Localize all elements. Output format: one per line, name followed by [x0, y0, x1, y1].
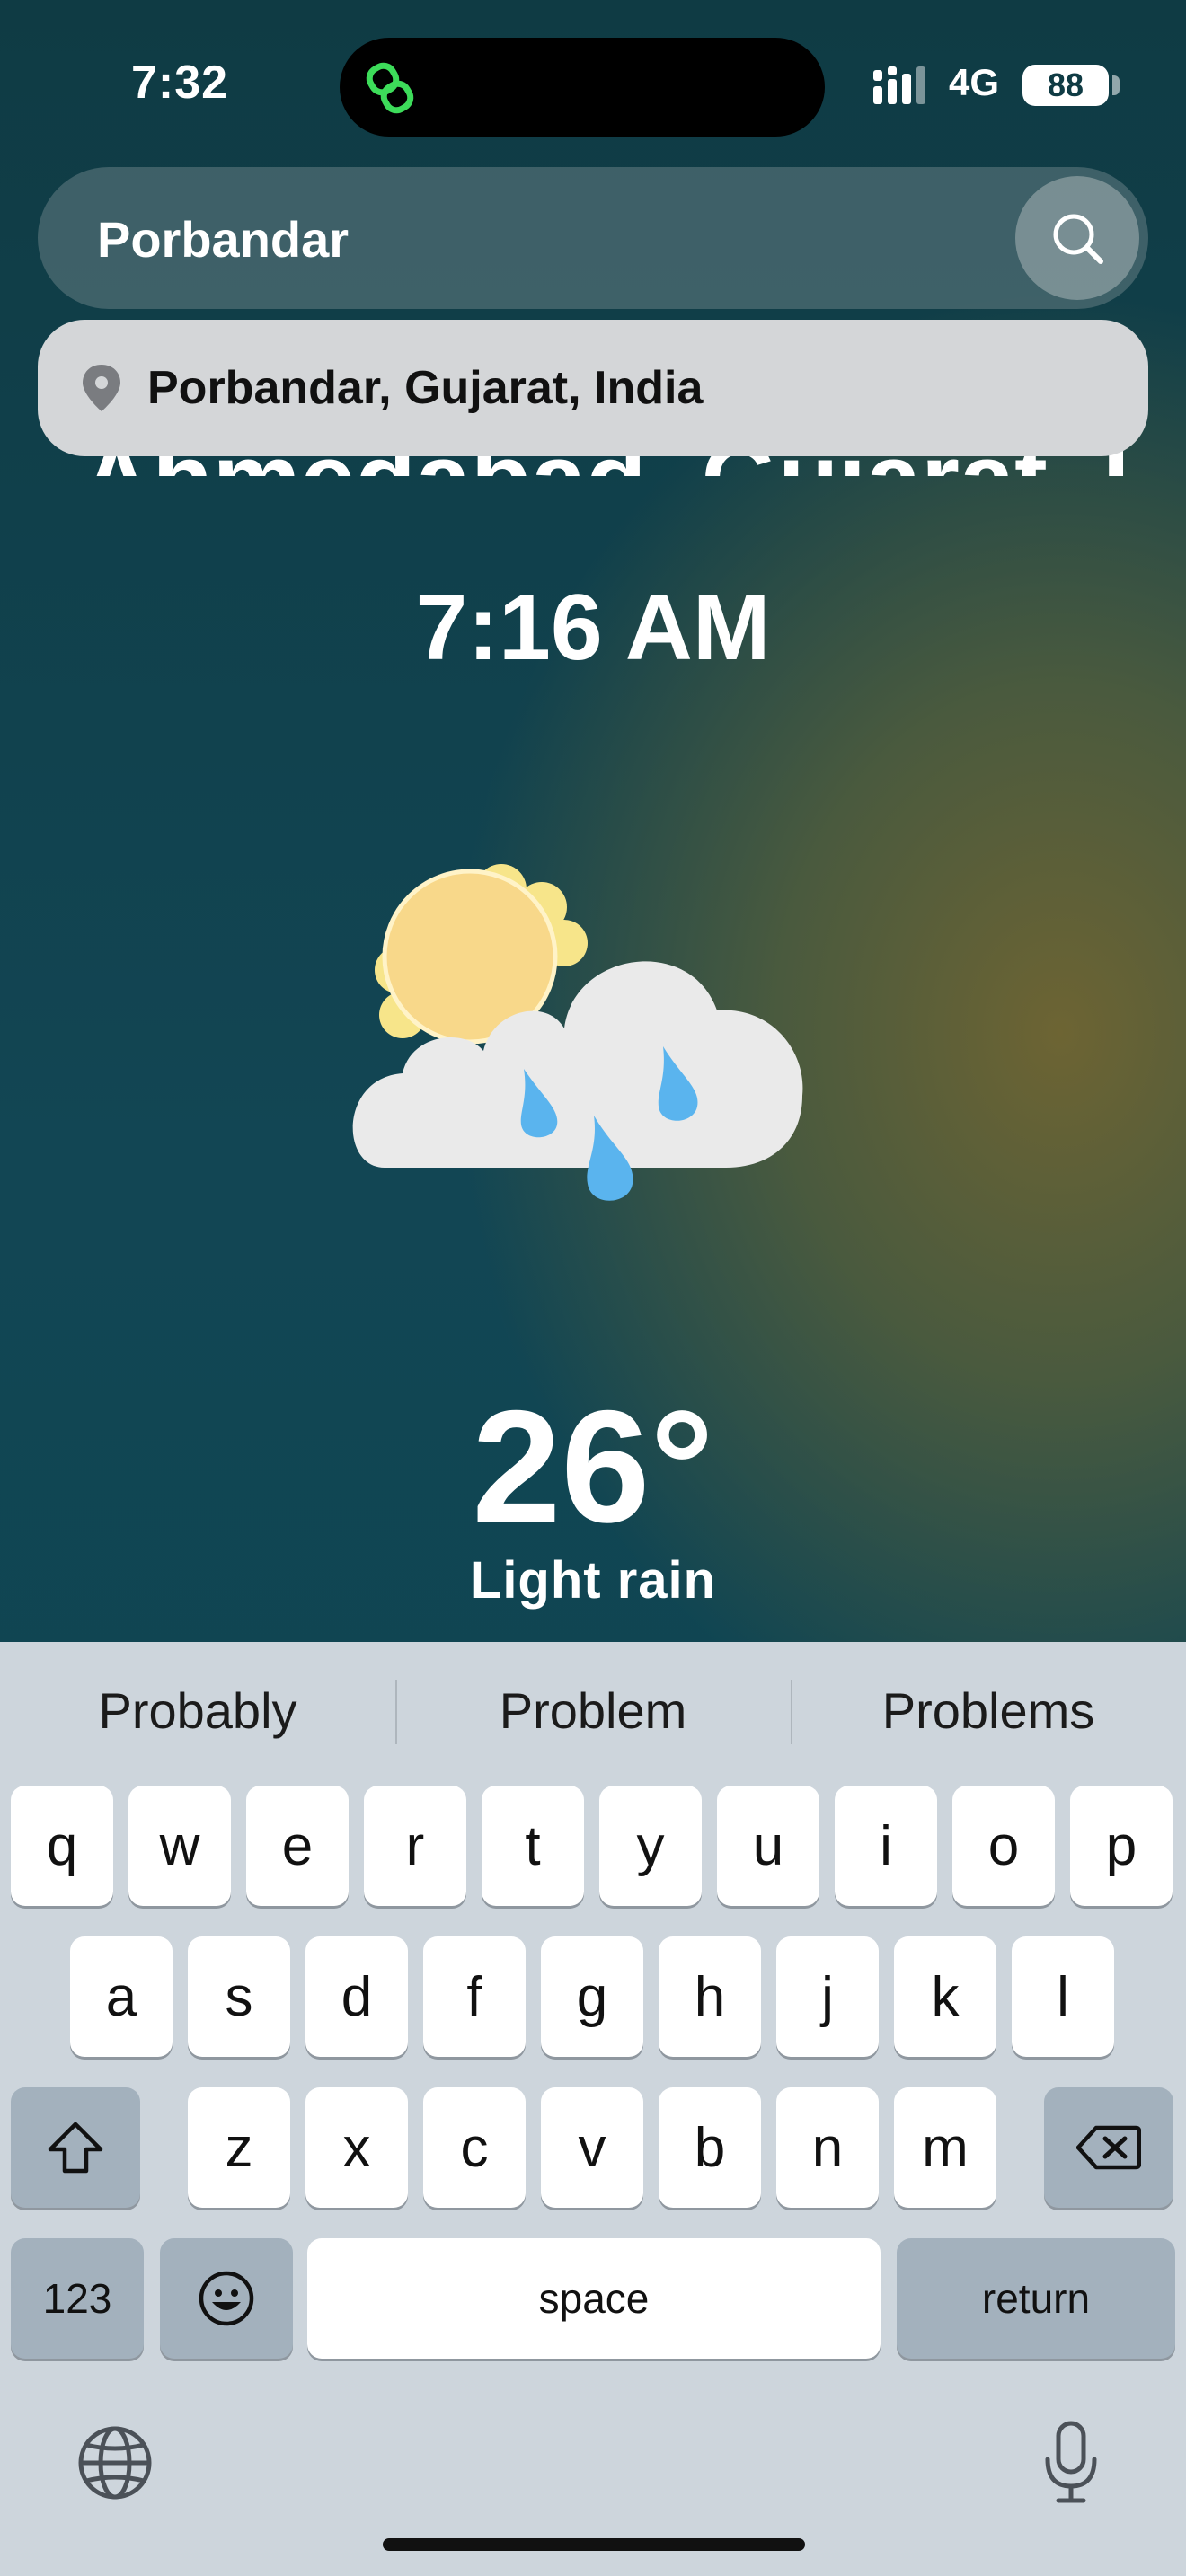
prediction-3[interactable]: Problems — [791, 1642, 1186, 1778]
backspace-key[interactable] — [1044, 2087, 1173, 2208]
key-f[interactable]: f — [423, 1936, 526, 2057]
key-d[interactable]: d — [305, 1936, 408, 2057]
key-c[interactable]: c — [423, 2087, 526, 2208]
key-h[interactable]: h — [659, 1936, 761, 2057]
key-k[interactable]: k — [894, 1936, 996, 2057]
key-z[interactable]: z — [188, 2087, 290, 2208]
search-icon — [1053, 214, 1103, 264]
key-i[interactable]: i — [835, 1786, 937, 1906]
network-label: 4G — [949, 61, 1000, 103]
microphone-icon[interactable] — [1042, 2420, 1100, 2506]
status-time: 7:32 — [131, 57, 229, 109]
key-s[interactable]: s — [188, 1936, 290, 2057]
key-m[interactable]: m — [894, 2087, 996, 2208]
key-p[interactable]: p — [1070, 1786, 1173, 1906]
sun-cloud-rain-icon — [352, 864, 803, 1201]
suggestion-label: Porbandar, Gujarat, India — [147, 362, 704, 414]
temperature: 26° — [472, 1377, 714, 1556]
key-b[interactable]: b — [659, 2087, 761, 2208]
key-t[interactable]: t — [482, 1786, 584, 1906]
shift-icon — [48, 2122, 103, 2174]
home-indicator[interactable] — [383, 2538, 805, 2551]
key-o[interactable]: o — [952, 1786, 1055, 1906]
predictive-bar: Probably Problem Problems — [0, 1642, 1186, 1778]
keyboard: Probably Problem Problems q w e r t y u … — [0, 1642, 1186, 2576]
emoji-key[interactable] — [160, 2238, 293, 2359]
backspace-icon — [1076, 2125, 1141, 2170]
space-key[interactable]: space — [307, 2238, 881, 2359]
key-a[interactable]: a — [70, 1936, 173, 2057]
suggestion-item[interactable]: Porbandar, Gujarat, India — [38, 320, 1148, 456]
key-v[interactable]: v — [541, 2087, 643, 2208]
key-y[interactable]: y — [599, 1786, 702, 1906]
weather-condition: Light rain — [469, 1551, 717, 1610]
local-time: 7:16 AM — [415, 576, 771, 680]
numbers-key[interactable]: 123 — [11, 2238, 144, 2359]
key-w[interactable]: w — [128, 1786, 231, 1906]
link-icon — [366, 62, 414, 114]
globe-icon[interactable] — [77, 2425, 153, 2501]
key-q[interactable]: q — [11, 1786, 113, 1906]
search-bar — [38, 167, 1148, 309]
dynamic-island — [340, 38, 825, 137]
key-u[interactable]: u — [717, 1786, 819, 1906]
key-e[interactable]: e — [246, 1786, 349, 1906]
status-bar: 7:32 4G 88 — [0, 0, 1186, 171]
key-r[interactable]: r — [364, 1786, 466, 1906]
search-button[interactable] — [1015, 176, 1139, 300]
key-n[interactable]: n — [776, 2087, 879, 2208]
search-input[interactable] — [95, 203, 907, 275]
key-j[interactable]: j — [776, 1936, 879, 2057]
signal-icon — [873, 66, 925, 104]
return-key[interactable]: return — [897, 2238, 1175, 2359]
prediction-2[interactable]: Problem — [395, 1642, 791, 1778]
shift-key[interactable] — [11, 2087, 140, 2208]
prediction-1[interactable]: Probably — [0, 1642, 395, 1778]
battery-indicator: 88 — [1022, 65, 1109, 106]
key-l[interactable]: l — [1012, 1936, 1114, 2057]
key-x[interactable]: x — [305, 2087, 408, 2208]
key-g[interactable]: g — [541, 1936, 643, 2057]
emoji-icon — [199, 2271, 254, 2326]
location-pin-icon — [83, 365, 120, 411]
battery-tip — [1112, 75, 1120, 95]
